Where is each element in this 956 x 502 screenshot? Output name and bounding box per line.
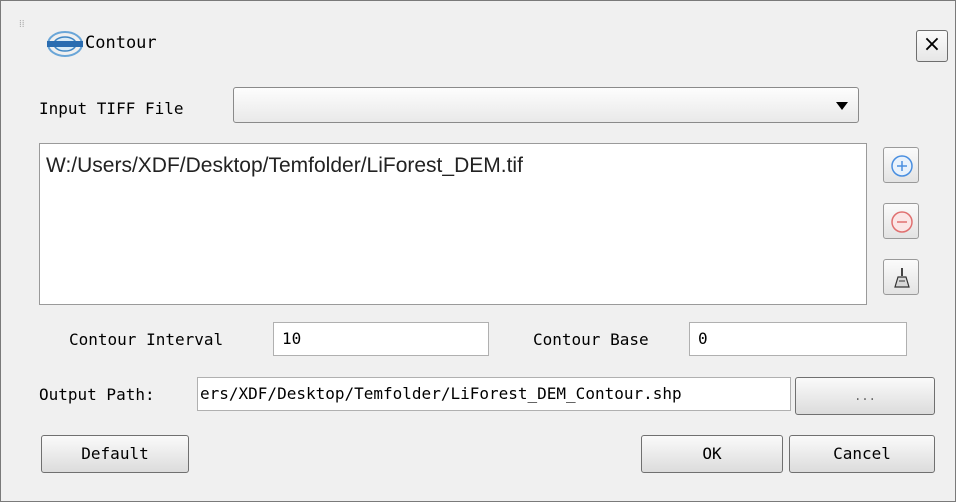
minus-circle-icon <box>891 211 913 233</box>
contour-base-label: Contour Base <box>533 330 649 349</box>
plus-circle-icon <box>891 155 913 177</box>
contour-interval-label: Contour Interval <box>69 330 224 349</box>
window-title: Contour <box>85 33 157 53</box>
input-tiff-label: Input TIFF File <box>39 99 184 118</box>
grip-icon: ⁞⁞ <box>19 19 25 30</box>
output-path-input[interactable]: ers/XDF/Desktop/Temfolder/LiForest_DEM_C… <box>197 377 791 411</box>
output-path-label: Output Path: <box>39 385 155 404</box>
broom-icon <box>894 268 910 288</box>
close-button[interactable]: × <box>916 30 948 62</box>
clear-list-button[interactable] <box>883 259 919 295</box>
file-list[interactable]: W:/Users/XDF/Desktop/Temfolder/LiForest_… <box>39 143 867 305</box>
ok-button[interactable]: OK <box>641 435 783 473</box>
browse-button[interactable]: ... <box>795 377 935 415</box>
contour-dialog: ⁞⁞ Contour × Input TIFF File W:/Users/XD… <box>0 0 956 502</box>
input-tiff-combobox[interactable] <box>233 87 859 123</box>
list-item[interactable]: W:/Users/XDF/Desktop/Temfolder/LiForest_… <box>46 154 523 178</box>
contour-base-input[interactable]: 0 <box>689 322 907 356</box>
contour-interval-input[interactable]: 10 <box>273 322 489 356</box>
remove-file-button[interactable] <box>883 203 919 239</box>
dropdown-arrow-icon <box>836 102 848 110</box>
add-file-button[interactable] <box>883 147 919 183</box>
cancel-button[interactable]: Cancel <box>789 435 935 473</box>
default-button[interactable]: Default <box>41 435 189 473</box>
title-bar: ⁞⁞ Contour × <box>1 1 955 75</box>
